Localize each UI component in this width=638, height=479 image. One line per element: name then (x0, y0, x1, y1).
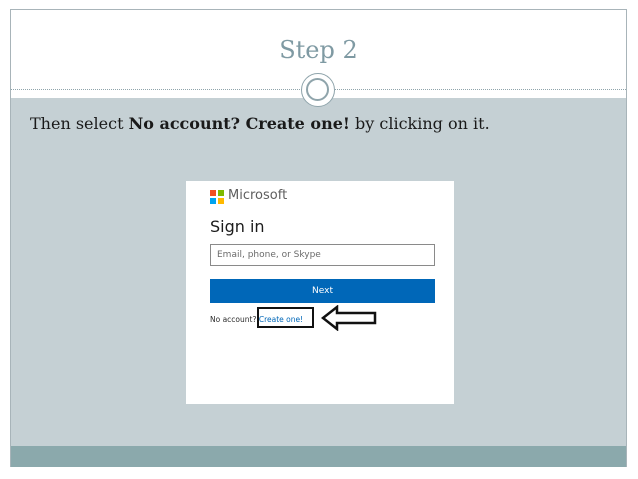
title-circle-inner (306, 78, 329, 101)
signin-card: Microsoft Sign in Next No account? Creat… (186, 181, 454, 404)
instruction-tail: by clicking on it. (349, 114, 490, 133)
signin-heading: Sign in (210, 217, 265, 236)
microsoft-logo-icon (210, 190, 224, 204)
logo-square-blue (210, 198, 216, 204)
highlight-box (257, 307, 314, 328)
brand-name: Microsoft (228, 188, 288, 203)
instruction-emphasis: No account? Create one! (128, 114, 350, 133)
instruction-lead: Then select (30, 114, 129, 133)
logo-square-red (210, 190, 216, 196)
instruction-text: Then select No account? Create one! by c… (30, 114, 490, 133)
footer-band (11, 446, 626, 467)
slide-title: Step 2 (279, 36, 358, 64)
logo-square-green (218, 190, 224, 196)
next-button[interactable]: Next (210, 279, 435, 303)
left-arrow-icon (321, 305, 377, 331)
title-circle-ornament (301, 73, 335, 107)
no-account-label: No account? (210, 315, 259, 324)
slide-content: Then select No account? Create one! by c… (11, 98, 626, 446)
email-field[interactable] (210, 244, 435, 266)
logo-square-yellow (218, 198, 224, 204)
slide: Step 2 Then select No account? Create on… (10, 9, 627, 467)
